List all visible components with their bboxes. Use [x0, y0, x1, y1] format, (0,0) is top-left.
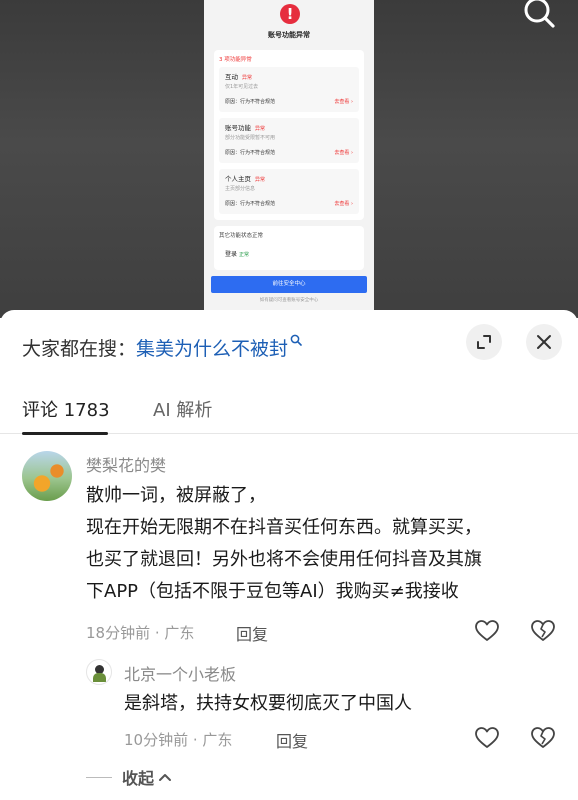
login-item: 登录 正常 [225, 249, 249, 258]
video-area[interactable]: 账号功能异常 3 项功能异常 互动异常 仅1年可见过去 原因：行为不符合规范 去… [0, 0, 578, 318]
tab-comments[interactable]: 评论 1783 [22, 396, 110, 422]
reply-button[interactable]: 回复 [276, 728, 308, 752]
avatar[interactable] [86, 659, 112, 685]
comment-line: 散帅一词，被屏蔽了， [86, 485, 266, 506]
item-title: 账号功能 [225, 124, 251, 132]
login-tag: 正常 [238, 252, 249, 258]
collapse-replies[interactable]: 收起 [86, 766, 172, 788]
item-action: 去查看 › [334, 99, 353, 105]
item-desc: 主页部分信息 [225, 186, 256, 192]
broken-heart-icon[interactable] [530, 725, 556, 751]
avatar[interactable] [22, 451, 72, 501]
login-title: 登录 [225, 251, 238, 258]
active-tab-indicator [22, 432, 108, 435]
comment-text: 是斜塔，扶持女权要彻底灭了中国人 [124, 688, 564, 720]
item-title: 个人主页 [225, 175, 251, 183]
expand-button[interactable] [466, 324, 502, 360]
tab-ai-analysis[interactable]: AI 解析 [153, 396, 212, 422]
collapse-divider [86, 776, 112, 778]
item-tag: 异常 [255, 177, 266, 183]
trending-query[interactable]: 集美为什么不被封 [136, 334, 288, 361]
comment-line: 下APP（包括不限于豆包等AI）我购买≠我接收 [86, 581, 459, 602]
abnormal-item: 账号功能 异常 部分功能受限暂不可用 原因：行为不符合规范 去查看 › [219, 118, 359, 163]
item-reason: 原因：行为不符合规范 [225, 150, 276, 156]
normal-card: 其它功能状态正常 登录 正常 [214, 226, 364, 270]
comment-meta: 18分钟前 · 广东 [86, 624, 195, 642]
comment-username[interactable]: 北京一个小老板 [124, 661, 236, 685]
heart-icon[interactable] [474, 725, 500, 751]
reply-button[interactable]: 回复 [236, 621, 268, 645]
item-action: 去查看 › [334, 150, 353, 156]
item-action: 去查看 › [334, 201, 353, 207]
security-center-button: 前往安全中心 [211, 276, 367, 293]
embedded-screenshot: 账号功能异常 3 项功能异常 互动异常 仅1年可见过去 原因：行为不符合规范 去… [204, 0, 374, 318]
heart-icon[interactable] [474, 618, 500, 644]
trending-prefix: 大家都在搜： [22, 337, 137, 360]
abnormal-item: 互动 异常 仅1年可见过去 原因：行为不符合规范 去查看 › [219, 67, 359, 112]
close-button[interactable] [526, 324, 562, 360]
comment-username[interactable]: 樊梨花的樊 [86, 452, 166, 476]
item-reason: 原因：行为不符合规范 [225, 99, 276, 105]
item-title: 互动 [225, 73, 238, 81]
comment-line: 也买了就退回！另外也将不会使用任何抖音及其旗 [86, 549, 482, 570]
item-tag: 异常 [242, 75, 253, 81]
screenshot-footer: 如有疑问可查看账号安全中心 [259, 298, 319, 303]
screenshot-title: 账号功能异常 [268, 31, 310, 39]
item-desc: 部分功能受限暂不可用 [225, 135, 276, 141]
comment-tabs: 评论 1783 AI 解析 [0, 390, 578, 435]
abnormal-section-title: 3 项功能异常 [219, 57, 252, 63]
trending-search[interactable]: 大家都在搜： 集美为什么不被封 [22, 332, 302, 362]
broken-heart-icon[interactable] [530, 618, 556, 644]
expand-icon [477, 335, 491, 349]
comment-text: 散帅一词，被屏蔽了， 现在开始无限期不在抖音买任何东西。就算买买， 也买了就退回… [86, 480, 556, 608]
close-icon [537, 335, 551, 349]
comment-sheet: 大家都在搜： 集美为什么不被封 评论 1783 AI 解析 樊梨花的樊 散帅一词… [0, 310, 578, 800]
item-desc: 仅1年可见过去 [225, 84, 259, 90]
warning-icon [280, 4, 300, 24]
item-reason: 原因：行为不符合规范 [225, 201, 276, 207]
collapse-label: 收起 [122, 769, 155, 788]
comment-line: 是斜塔，扶持女权要彻底灭了中国人 [124, 693, 412, 714]
normal-section-title: 其它功能状态正常 [219, 233, 264, 239]
abnormal-item: 个人主页 异常 主页部分信息 原因：行为不符合规范 去查看 › [219, 169, 359, 214]
search-icon [290, 334, 302, 346]
item-tag: 异常 [255, 126, 266, 132]
abnormal-card: 3 项功能异常 互动 异常 仅1年可见过去 原因：行为不符合规范 去查看 › 账号… [214, 50, 364, 220]
comment-line: 现在开始无限期不在抖音买任何东西。就算买买， [86, 517, 482, 538]
comment-meta: 10分钟前 · 广东 [124, 731, 233, 749]
search-icon[interactable] [522, 0, 556, 30]
chevron-up-icon [159, 774, 172, 781]
